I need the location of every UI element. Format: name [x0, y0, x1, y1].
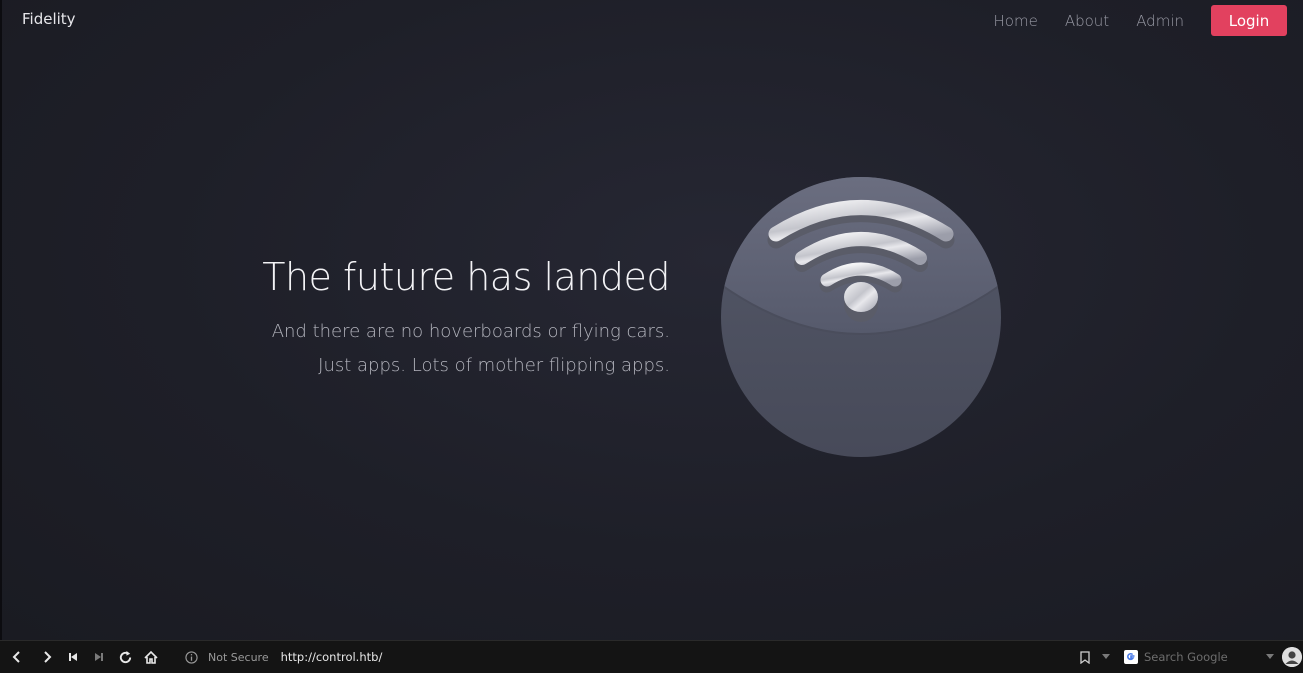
- nav-admin[interactable]: Admin: [1136, 12, 1184, 30]
- hero-title: The future has landed: [262, 255, 670, 299]
- hero-text: The future has landed And there are no h…: [150, 253, 670, 383]
- profile-icon[interactable]: [1282, 647, 1302, 667]
- bookmark-dropdown-icon[interactable]: [1098, 644, 1114, 670]
- info-icon[interactable]: [178, 644, 204, 670]
- browser-toolbar: Not Secure http://control.htb/ Search Go…: [0, 640, 1303, 673]
- address-bar[interactable]: http://control.htb/: [281, 650, 383, 664]
- wifi-orb-icon: [721, 177, 1001, 457]
- hero-line-1: And there are no hoverboards or flying c…: [271, 321, 670, 342]
- security-status[interactable]: Not Secure: [208, 651, 269, 664]
- nav-home[interactable]: Home: [994, 12, 1038, 30]
- nav-about[interactable]: About: [1065, 12, 1109, 30]
- page-background: Fidelity Home About Admin Login The futu…: [2, 0, 1303, 640]
- hero-line-2: Just apps. Lots of mother flipping apps.: [318, 355, 670, 376]
- search-field[interactable]: Search Google: [1124, 646, 1274, 668]
- google-icon: [1124, 650, 1138, 664]
- top-nav: Home About Admin Login: [994, 5, 1287, 36]
- forward-arrow-icon[interactable]: [34, 644, 60, 670]
- back-arrow-icon[interactable]: [4, 644, 30, 670]
- home-icon[interactable]: [138, 644, 164, 670]
- skip-last-icon[interactable]: [86, 644, 112, 670]
- brand-logo[interactable]: Fidelity: [22, 10, 76, 28]
- search-dropdown-icon[interactable]: [1266, 654, 1274, 660]
- search-placeholder: Search Google: [1144, 650, 1228, 664]
- bookmark-icon[interactable]: [1072, 644, 1098, 670]
- window-edge: [0, 0, 2, 640]
- hero-subtitle: And there are no hoverboards or flying c…: [150, 315, 670, 383]
- login-button[interactable]: Login: [1211, 5, 1287, 36]
- skip-first-icon[interactable]: [60, 644, 86, 670]
- reload-icon[interactable]: [112, 644, 138, 670]
